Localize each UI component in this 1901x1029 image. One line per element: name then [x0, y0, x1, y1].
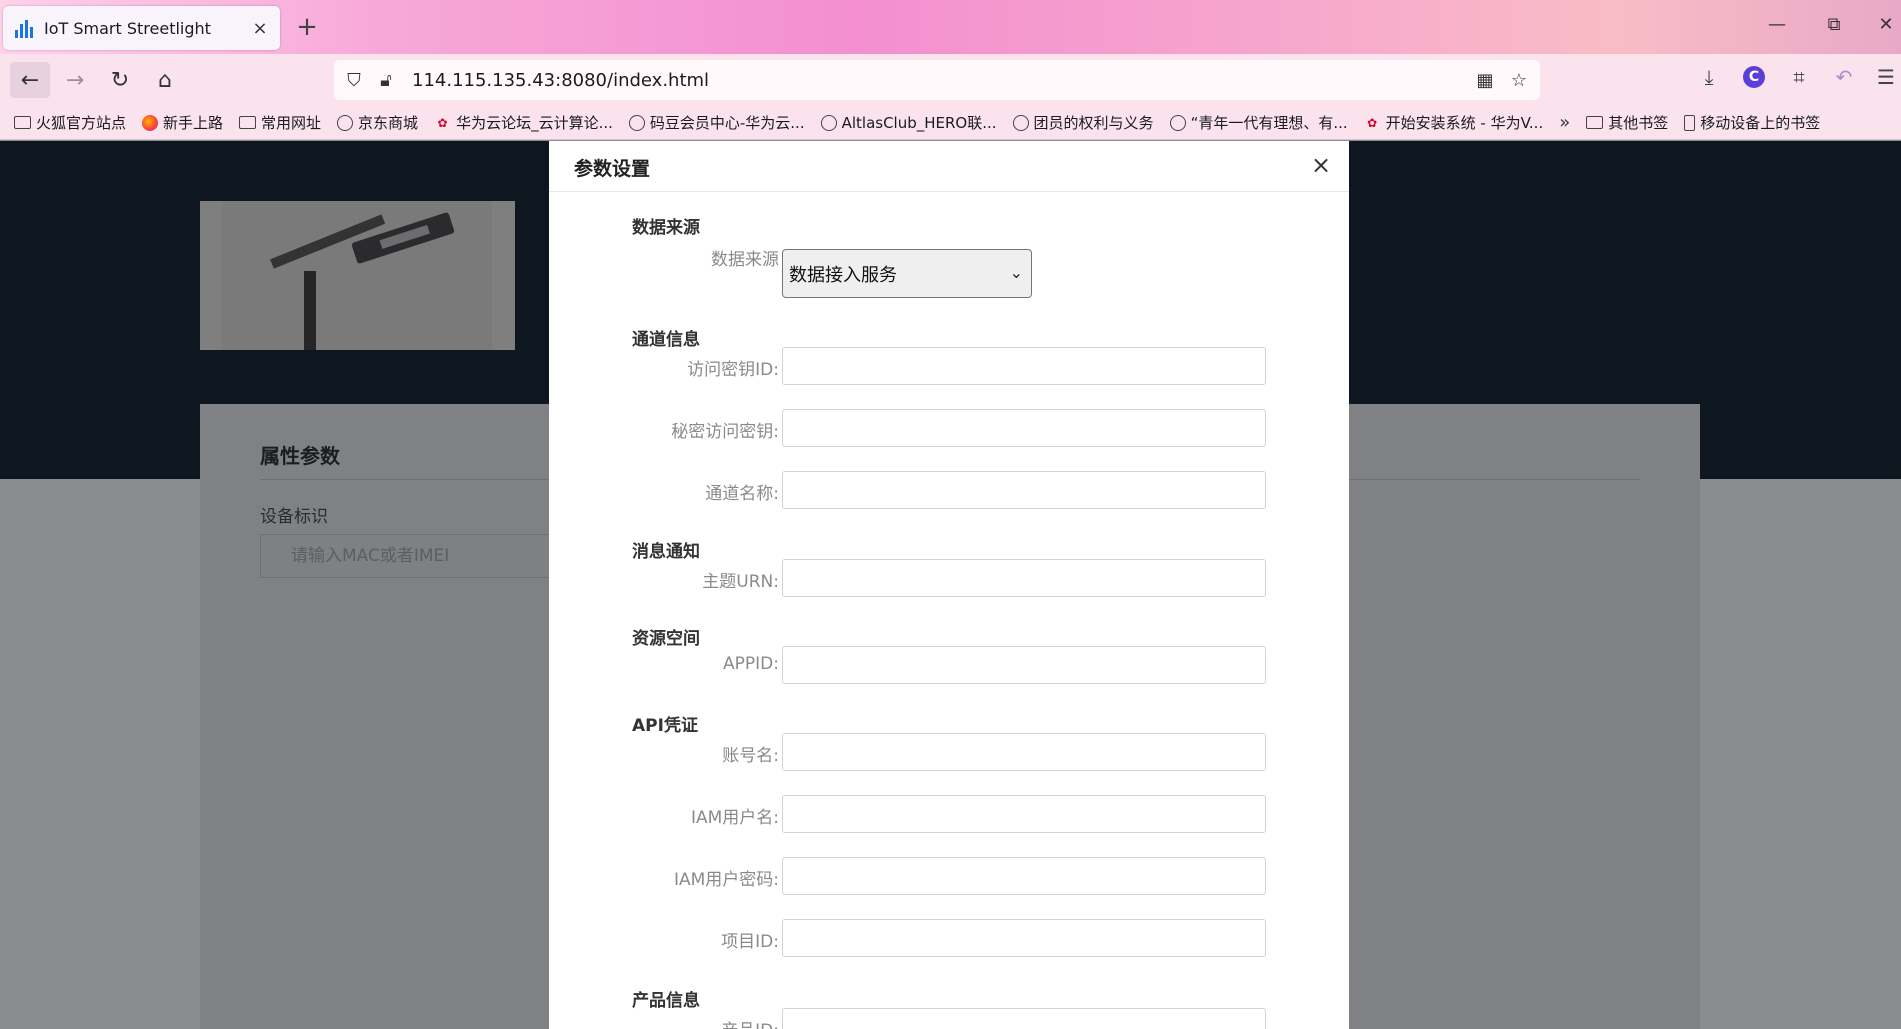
other-bookmarks[interactable]: 其他书签 [1586, 112, 1668, 133]
section-product: 产品信息 [632, 991, 700, 1011]
modal-title: 参数设置 [574, 158, 651, 180]
bookmarks-bar: 火狐官方站点 新手上路 常用网址 京东商城 ✿ 华为云论坛_云计算论... 码豆会… [0, 106, 1901, 140]
settings-modal: 参数设置 × 数据来源 数据来源 数据接入服务 ⌄ 通道信息 访问密钥ID: 秘… [549, 141, 1349, 1029]
profile-icon[interactable]: C [1741, 64, 1767, 90]
url-text[interactable]: 114.115.135.43:8080/index.html [412, 70, 709, 91]
bookmark-item[interactable]: 京东商城 [337, 112, 418, 133]
appid-label: APPID: [723, 654, 779, 674]
card-title: 属性参数 [260, 444, 340, 468]
globe-icon [1012, 114, 1029, 131]
mobile-icon [1684, 114, 1696, 131]
project-id-input[interactable] [782, 919, 1266, 957]
arrow-left-icon: ← [20, 67, 40, 93]
new-tab-button[interactable]: + [292, 12, 322, 42]
folder-icon [239, 116, 257, 129]
access-key-input[interactable] [782, 347, 1266, 385]
globe-icon [337, 114, 354, 131]
section-api: API凭证 [632, 716, 698, 736]
bookmark-item[interactable]: 新手上路 [142, 112, 223, 133]
reload-button[interactable]: ↻ [100, 62, 140, 98]
arrow-right-icon: → [65, 67, 85, 93]
mobile-bookmarks[interactable]: 移动设备上的书签 [1684, 112, 1820, 133]
account-name-label: 账号名: [722, 746, 779, 766]
window-restore-button[interactable]: ⧉ [1819, 14, 1849, 35]
iam-password-input[interactable] [782, 857, 1266, 895]
close-icon[interactable]: × [1307, 151, 1335, 179]
globe-icon [628, 114, 645, 131]
data-source-select[interactable]: 数据接入服务 ⌄ [782, 249, 1032, 298]
insecure-lock-icon[interactable]: 🔓︎ [375, 69, 397, 91]
channel-name-label: 通道名称: [705, 484, 779, 504]
appid-input[interactable] [782, 646, 1266, 684]
topic-urn-input[interactable] [782, 559, 1266, 597]
star-icon[interactable]: ☆ [1508, 69, 1530, 91]
section-notification: 消息通知 [632, 542, 700, 562]
chevron-down-icon: ⌄ [1009, 263, 1023, 282]
channel-name-input[interactable] [782, 471, 1266, 509]
tab-title: IoT Smart Streetlight [44, 18, 211, 38]
bar-chart-icon [15, 18, 35, 38]
bookmark-item[interactable]: “青年一代有理想、有... [1169, 112, 1348, 133]
access-key-label: 访问密钥ID: [687, 360, 779, 380]
streetlight-image [200, 201, 515, 350]
section-data-source: 数据来源 [632, 218, 700, 238]
product-id-label: 产品ID: [721, 1016, 779, 1029]
undo-icon[interactable]: ↶ [1831, 64, 1857, 90]
iam-password-label: IAM用户密码: [673, 870, 779, 890]
bookmark-item[interactable]: ✿ 开始安装系统 - 华为V... [1364, 112, 1543, 133]
section-channel: 通道信息 [632, 330, 700, 350]
tab-close-icon[interactable]: × [250, 18, 270, 39]
firefox-icon [142, 114, 159, 131]
product-id-input[interactable] [782, 1008, 1266, 1029]
crop-icon[interactable]: ⌗ [1786, 64, 1812, 90]
account-name-input[interactable] [782, 733, 1266, 771]
topic-urn-label: 主题URN: [702, 572, 779, 592]
back-button[interactable]: ← [10, 62, 50, 98]
secret-key-label: 秘密访问密钥: [671, 422, 779, 442]
project-id-label: 项目ID: [721, 932, 779, 952]
bookmark-item[interactable]: 团员的权利与义务 [1012, 112, 1154, 133]
data-source-selected: 数据接入服务 [789, 264, 897, 286]
folder-icon [14, 116, 31, 129]
huawei-icon: ✿ [1367, 115, 1378, 130]
bookmarks-overflow-button[interactable]: » [1559, 112, 1570, 133]
download-icon[interactable]: ⤓ [1696, 64, 1722, 90]
bookmark-item[interactable]: 常用网址 [239, 112, 321, 133]
device-id-label: 设备标识 [260, 507, 328, 527]
folder-icon [1586, 116, 1604, 129]
window-close-button[interactable]: ✕ [1871, 14, 1901, 35]
bookmark-item[interactable]: 火狐官方站点 [14, 112, 126, 133]
browser-tab-active[interactable]: IoT Smart Streetlight × [3, 6, 280, 50]
modal-header: 参数设置 × [549, 141, 1349, 192]
bookmark-item[interactable]: ✿ 华为云论坛_云计算论... [434, 112, 613, 133]
iam-username-label: IAM用户名: [690, 808, 779, 828]
window-minimize-button[interactable]: — [1762, 14, 1792, 35]
address-bar[interactable]: ⛉ 🔓︎ 114.115.135.43:8080/index.html ▦ ☆ [334, 60, 1540, 100]
browser-tab-bar: IoT Smart Streetlight × + — ⧉ ✕ [0, 0, 1901, 54]
reload-icon: ↻ [110, 67, 130, 93]
globe-icon [1169, 114, 1186, 131]
iam-username-input[interactable] [782, 795, 1266, 833]
menu-icon[interactable]: ☰ [1873, 64, 1899, 90]
data-source-label: 数据来源 [711, 250, 779, 270]
device-id-input[interactable]: 请输入MAC或者IMEI [260, 534, 560, 578]
secret-key-input[interactable] [782, 409, 1266, 447]
forward-button[interactable]: → [55, 62, 95, 98]
globe-icon [820, 114, 837, 131]
bookmark-item[interactable]: AltlasClub_HERO联... [820, 112, 997, 133]
shield-icon[interactable]: ⛉ [343, 69, 365, 91]
home-icon: ⌂ [158, 67, 172, 93]
qr-code-icon[interactable]: ▦ [1474, 69, 1496, 91]
browser-nav-bar: ← → ↻ ⌂ ⛉ 🔓︎ 114.115.135.43:8080/index.h… [0, 54, 1901, 106]
home-button[interactable]: ⌂ [145, 62, 185, 98]
huawei-icon: ✿ [437, 115, 448, 130]
bookmark-item[interactable]: 码豆会员中心-华为云... [628, 112, 805, 133]
section-resource: 资源空间 [632, 629, 700, 649]
